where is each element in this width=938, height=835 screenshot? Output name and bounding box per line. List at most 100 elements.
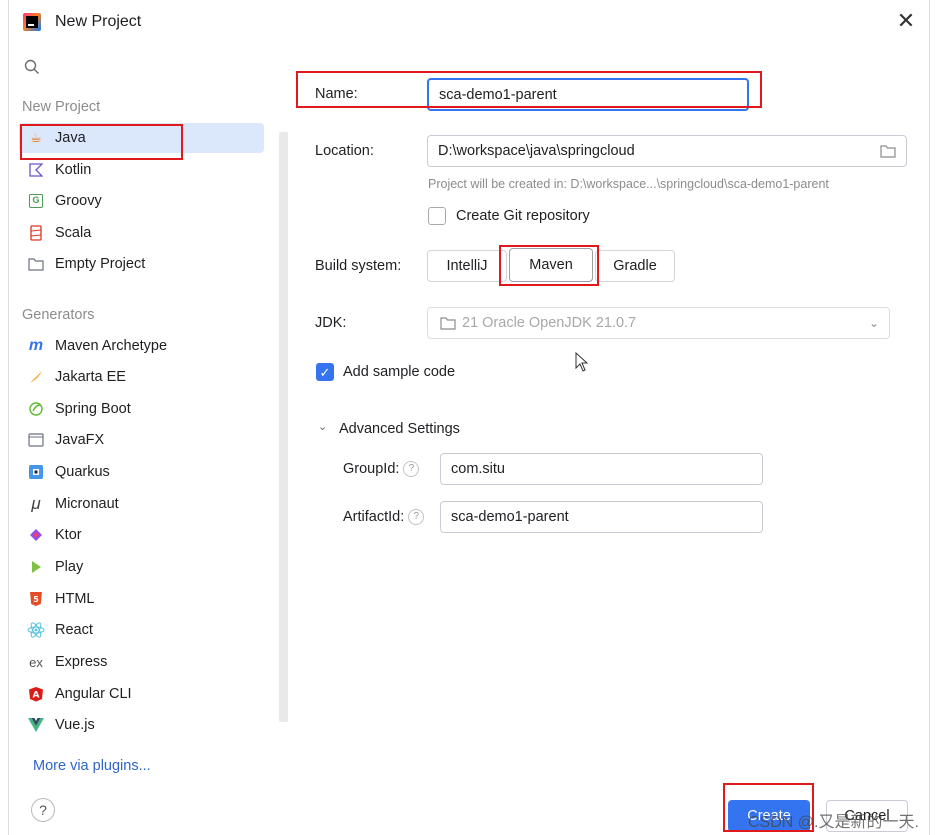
sidebar-item-maven-archetype[interactable]: m Maven Archetype [19, 331, 264, 361]
play-icon [27, 558, 45, 576]
kotlin-icon [27, 161, 45, 179]
create-git-repo-label: Create Git repository [456, 208, 590, 224]
sidebar-item-javafx[interactable]: JavaFX [19, 425, 264, 455]
sidebar-item-label: Express [55, 654, 108, 670]
sidebar-item-html[interactable]: 5 HTML [19, 584, 264, 614]
javafx-icon [27, 431, 45, 449]
sidebar-item-vue-js[interactable]: Vue.js [19, 710, 264, 740]
artifact-id-value: sca-demo1-parent [451, 509, 569, 525]
generators-group-label: Generators [22, 307, 95, 323]
jdk-value: 21 Oracle OpenJDK 21.0.7 [462, 315, 637, 331]
name-value: sca-demo1-parent [439, 86, 557, 103]
sidebar-item-label: HTML [55, 591, 95, 607]
add-sample-code-checkbox[interactable]: ✓ [316, 363, 334, 381]
group-id-value: com.situ [451, 461, 505, 477]
sidebar-item-spring-boot[interactable]: Spring Boot [19, 394, 264, 424]
artifact-id-label-text: ArtifactId: [343, 509, 405, 525]
build-system-label: Build system: [315, 258, 402, 274]
sidebar-item-label: Micronaut [55, 496, 119, 512]
sidebar-scrollbar[interactable] [279, 132, 288, 722]
title-bar: New Project ✕ [9, 0, 929, 44]
more-via-plugins-link[interactable]: More via plugins... [33, 758, 151, 774]
watermark: CSDN @.又是新的一天. [748, 814, 919, 831]
advanced-chevron-icon[interactable]: ⌄ [318, 420, 327, 433]
build-option-gradle[interactable]: Gradle [595, 250, 675, 282]
react-icon [27, 621, 45, 639]
svg-text:A: A [33, 691, 40, 701]
sidebar-item-quarkus[interactable]: Quarkus [19, 457, 264, 487]
sidebar-item-empty-project[interactable]: Empty Project [19, 249, 264, 279]
folder-icon [27, 255, 45, 273]
sidebar-item-label: Ktor [55, 527, 82, 543]
sidebar-item-play[interactable]: Play [19, 552, 264, 582]
sidebar-item-jakarta-ee[interactable]: Jakarta EE [19, 362, 264, 392]
quarkus-icon [27, 463, 45, 481]
location-hint: Project will be created in: D:\workspace… [428, 177, 829, 191]
name-label: Name: [315, 86, 358, 102]
html5-icon: 5 [27, 590, 45, 608]
window-title: New Project [55, 13, 142, 30]
group-id-label-text: GroupId: [343, 461, 400, 477]
sidebar-item-groovy[interactable]: G Groovy [19, 186, 264, 216]
build-option-maven[interactable]: Maven [509, 248, 593, 282]
location-value: D:\workspace\java\springcloud [438, 143, 635, 159]
micronaut-icon: μ [31, 494, 41, 513]
jakarta-icon [27, 368, 45, 386]
advanced-settings-label[interactable]: Advanced Settings [339, 421, 460, 437]
sidebar-item-label: Play [55, 559, 84, 575]
sidebar-item-label: Empty Project [55, 256, 146, 272]
sidebar-item-label: JavaFX [55, 432, 105, 448]
sidebar-item-ktor[interactable]: Ktor [19, 520, 264, 550]
group-id-label: GroupId:? [343, 461, 420, 478]
sidebar-item-react[interactable]: React [19, 615, 264, 645]
sidebar-item-label: Jakarta EE [55, 369, 126, 385]
jdk-label: JDK: [315, 315, 347, 331]
new-project-group-label: New Project [22, 99, 101, 115]
sidebar-item-label: Groovy [55, 193, 102, 209]
sidebar-item-java[interactable]: ☕ Java [19, 123, 264, 153]
create-git-repo-checkbox[interactable] [428, 207, 446, 225]
sidebar-item-label: Scala [55, 225, 92, 241]
sidebar-item-label: Kotlin [55, 162, 92, 178]
search-icon[interactable] [23, 58, 41, 76]
sidebar-item-express[interactable]: ex Express [19, 647, 264, 677]
build-option-intellij[interactable]: IntelliJ [427, 250, 507, 282]
sidebar-item-label: Vue.js [55, 717, 95, 733]
close-icon[interactable]: ✕ [893, 8, 919, 34]
folder-browse-icon[interactable] [880, 144, 896, 158]
java-cup-icon: ☕ [30, 130, 42, 145]
jdk-folder-icon [440, 317, 456, 330]
scala-icon [27, 224, 45, 242]
help-icon[interactable]: ? [408, 509, 425, 526]
sidebar-item-label: React [55, 622, 93, 638]
mouse-cursor-icon [575, 352, 589, 372]
intellij-logo-icon [23, 13, 41, 31]
group-id-field[interactable]: com.situ [440, 453, 763, 485]
help-button[interactable]: ? [31, 798, 55, 822]
sidebar-item-label: Maven Archetype [55, 338, 168, 354]
sidebar-item-kotlin[interactable]: Kotlin [19, 155, 264, 185]
sidebar-item-angular-cli[interactable]: A Angular CLI [19, 679, 264, 709]
maven-icon: m [28, 337, 44, 354]
express-icon: ex [29, 654, 43, 670]
name-field[interactable]: sca-demo1-parent [427, 78, 749, 111]
groovy-icon: G [27, 192, 45, 210]
chevron-down-icon: ⌄ [868, 316, 879, 330]
vue-icon [27, 716, 45, 734]
new-project-dialog: New Project ✕ New Project ☕ Java Kotlin … [8, 0, 930, 835]
location-field[interactable]: D:\workspace\java\springcloud [427, 135, 907, 167]
jdk-select[interactable]: 21 Oracle OpenJDK 21.0.7 ⌄ [427, 307, 890, 339]
sidebar-item-micronaut[interactable]: μ Micronaut [19, 489, 264, 519]
angular-icon: A [27, 685, 45, 703]
ktor-icon [27, 526, 45, 544]
artifact-id-label: ArtifactId:? [343, 509, 425, 526]
artifact-id-field[interactable]: sca-demo1-parent [440, 501, 763, 533]
sidebar-item-scala[interactable]: Scala [19, 218, 264, 248]
sidebar-item-label: Spring Boot [55, 401, 131, 417]
sidebar-item-label: Angular CLI [55, 686, 132, 702]
help-icon[interactable]: ? [403, 461, 420, 478]
sidebar-item-label: Java [55, 130, 86, 146]
svg-text:5: 5 [33, 595, 39, 604]
project-type-sidebar: New Project ☕ Java Kotlin G Groovy Scala [9, 44, 289, 835]
add-sample-code-label: Add sample code [343, 364, 456, 380]
